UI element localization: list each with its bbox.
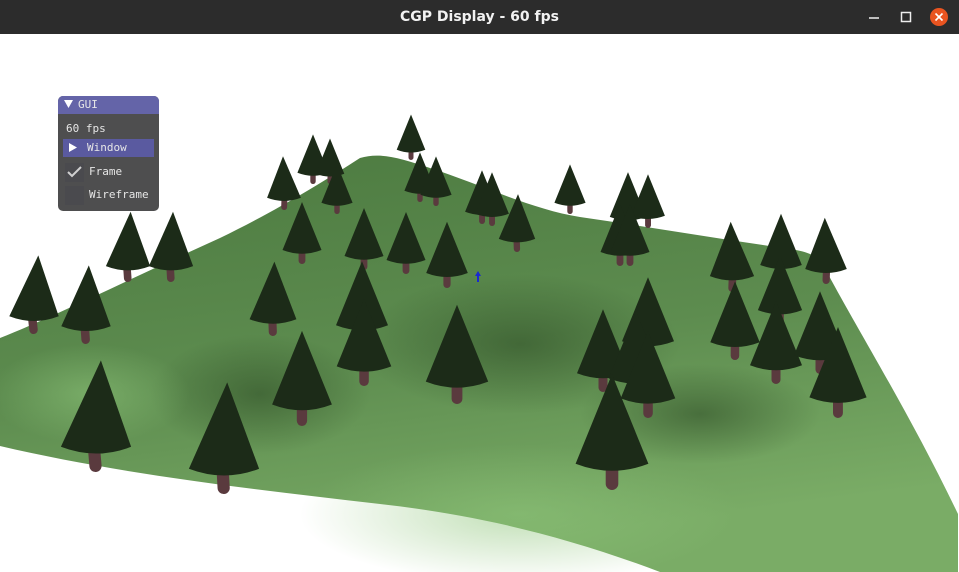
title-bar: CGP Display - 60 fps (0, 0, 959, 34)
pine-tree (396, 114, 426, 160)
checkbox-box[interactable] (65, 186, 84, 205)
minimize-button[interactable] (864, 7, 884, 27)
pine-tree (105, 211, 151, 283)
tree-foliage (9, 255, 59, 321)
tree-foliage (105, 211, 151, 271)
tree-foliage (396, 114, 426, 153)
wireframe-checkbox[interactable]: Wireframe (63, 185, 159, 205)
checkbox-box[interactable] (65, 163, 84, 182)
frame-checkbox[interactable]: Frame (63, 162, 159, 182)
wireframe-checkbox-label: Wireframe (89, 188, 149, 201)
tree-foliage (554, 164, 586, 206)
tree-foliage (805, 217, 847, 273)
tree-foliage (267, 156, 301, 202)
gui-header-label: GUI (78, 98, 98, 111)
frame-checkbox-label: Frame (89, 165, 123, 178)
window-title: CGP Display - 60 fps (400, 9, 559, 25)
tree-foliage (148, 211, 194, 271)
gui-panel[interactable]: GUI 60 fps Window Frame Wireframe (58, 96, 159, 211)
fps-readout: 60 fps (66, 122, 106, 135)
gui-header[interactable]: GUI (58, 96, 159, 114)
close-button[interactable] (929, 7, 949, 27)
close-icon (930, 8, 948, 26)
window-tree-node[interactable]: Window (63, 139, 154, 157)
minimize-icon (869, 17, 879, 19)
collapse-arrow-icon (64, 100, 73, 108)
checkmark-icon (67, 166, 82, 178)
pine-tree (554, 164, 586, 214)
window-node-label: Window (87, 141, 127, 154)
render-viewport[interactable]: GUI 60 fps Window Frame Wireframe (0, 34, 959, 572)
maximize-button[interactable] (896, 7, 916, 27)
maximize-icon (900, 11, 912, 23)
expand-arrow-icon (69, 143, 77, 152)
